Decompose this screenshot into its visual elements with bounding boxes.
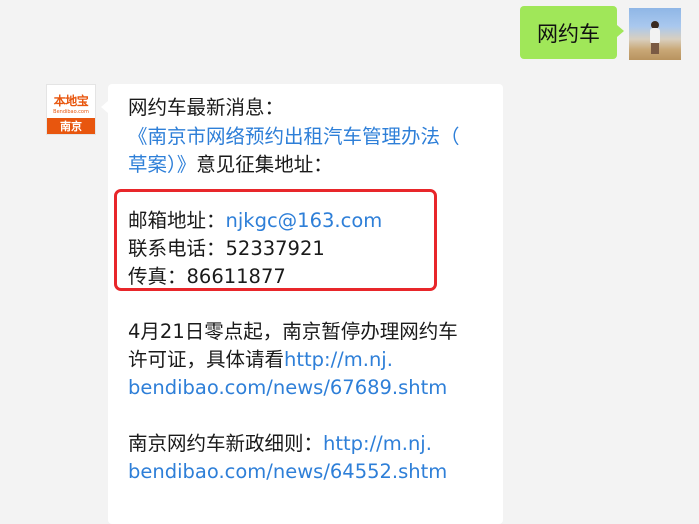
message-title-line-1[interactable]: 《南京市网络预约出租汽车管理办法（: [128, 123, 460, 151]
phone-label: 联系电话：: [128, 237, 226, 260]
intro-text: 网约车最新消息：: [128, 96, 285, 119]
message-title-line-2: 草案）》意见征集地址：: [128, 151, 333, 179]
account-logo-url: Bendibao.com: [53, 109, 89, 115]
outgoing-message-bubble[interactable]: 网约车: [520, 6, 617, 59]
phone-value: 52337921: [225, 237, 325, 260]
fax-row: 传真：86611877: [128, 263, 286, 291]
email-label: 邮箱地址：: [128, 209, 226, 232]
outgoing-message-text: 网约车: [537, 21, 600, 46]
fax-value: 86611877: [186, 265, 286, 288]
phone-row: 联系电话：52337921: [128, 235, 325, 263]
account-logo-text: 本地宝: [53, 94, 89, 108]
notice-link-part-1[interactable]: http://m.nj.: [284, 348, 393, 371]
message-intro: 网约车最新消息：: [128, 94, 284, 122]
user-avatar[interactable]: [629, 8, 681, 60]
title-suffix-text: 意见征集地址：: [196, 153, 333, 176]
title-link-part-1[interactable]: 《南京市网络预约出租汽车管理办法（: [128, 125, 460, 148]
notice-line-1: 4月21日零点起，南京暂停办理网约车: [128, 318, 458, 346]
notice-link-part-2[interactable]: bendibao.com/news/67689.shtm: [128, 376, 447, 399]
policy-line-1: 南京网约车新政细则：http://m.nj.: [128, 430, 432, 458]
fax-label: 传真：: [128, 265, 187, 288]
policy-link-part-1[interactable]: http://m.nj.: [323, 432, 432, 455]
policy-line-2[interactable]: bendibao.com/news/64552.shtm: [128, 458, 447, 486]
notice-text-1: 4月21日零点起，南京暂停办理网约车: [128, 320, 458, 343]
policy-link-part-2[interactable]: bendibao.com/news/64552.shtm: [128, 460, 447, 483]
outgoing-bubble-tail: [617, 25, 624, 37]
title-link-part-2[interactable]: 草案）》: [128, 153, 196, 176]
notice-text-2: 许可证，具体请看: [128, 348, 285, 371]
account-city-label: 南京: [47, 118, 95, 134]
notice-line-3[interactable]: bendibao.com/news/67689.shtm: [128, 374, 447, 402]
incoming-bubble-tail: [101, 101, 108, 113]
policy-text: 南京网约车新政细则：: [128, 432, 324, 455]
email-row: 邮箱地址：njkgc@163.com: [128, 207, 382, 235]
account-avatar[interactable]: 本地宝 Bendibao.com 南京: [46, 84, 96, 135]
notice-line-2: 许可证，具体请看http://m.nj.: [128, 346, 393, 374]
avatar-figure-body: [650, 28, 660, 44]
email-link[interactable]: njkgc@163.com: [226, 209, 383, 232]
avatar-figure-legs: [651, 43, 659, 54]
